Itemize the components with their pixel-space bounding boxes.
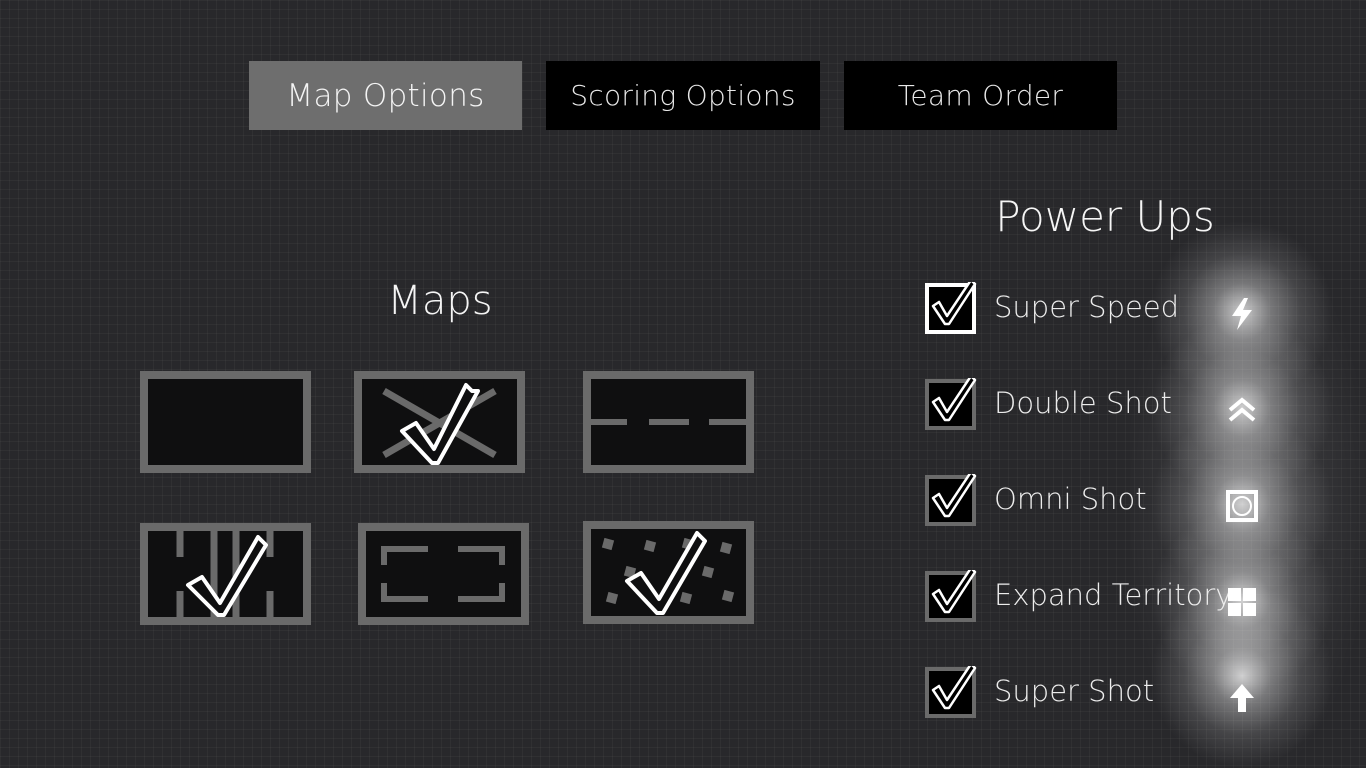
power-up-row-double-shot[interactable]: Double Shot	[925, 374, 1345, 432]
map-tile-corner-brackets[interactable]	[358, 523, 529, 625]
power-up-row-omni-shot[interactable]: Omni Shot	[925, 470, 1345, 528]
up-arrow-icon	[1222, 678, 1262, 718]
map-tile-scattered-blocks[interactable]	[583, 521, 754, 624]
maps-title: Maps	[387, 278, 493, 324]
omni-shot-checkbox[interactable]	[925, 470, 977, 526]
power-ups-title: Power Ups	[995, 192, 1215, 241]
expand-territory-label: Expand Territory	[994, 578, 1233, 612]
map-tile-dashed-line[interactable]	[583, 371, 754, 473]
tab-scoring-options[interactable]: Scoring Options	[546, 61, 820, 130]
super-shot-label: Super Shot	[994, 674, 1155, 708]
power-up-row-super-shot[interactable]: Super Shot	[925, 662, 1345, 720]
double-chevron-icon	[1222, 390, 1262, 430]
omni-shot-label: Omni Shot	[994, 482, 1147, 516]
super-shot-checkbox[interactable]	[925, 662, 977, 718]
super-speed-checkbox[interactable]	[925, 278, 977, 334]
map-tile-barriers[interactable]	[140, 523, 311, 625]
expand-territory-checkbox[interactable]	[925, 566, 977, 622]
lightning-icon	[1222, 294, 1262, 334]
double-shot-label: Double Shot	[994, 386, 1172, 420]
power-up-row-super-speed[interactable]: Super Speed	[925, 278, 1345, 336]
super-speed-label: Super Speed	[994, 290, 1180, 324]
tab-map-options[interactable]: Map Options	[249, 61, 522, 130]
map-tile-cross[interactable]	[354, 371, 525, 473]
omni-frame-icon	[1222, 486, 1262, 526]
map-tile-empty[interactable]	[140, 371, 311, 473]
grid-icon	[1222, 582, 1262, 622]
power-up-row-expand-territory[interactable]: Expand Territory	[925, 566, 1345, 624]
double-shot-checkbox[interactable]	[925, 374, 977, 430]
tab-team-order[interactable]: Team Order	[844, 61, 1117, 130]
